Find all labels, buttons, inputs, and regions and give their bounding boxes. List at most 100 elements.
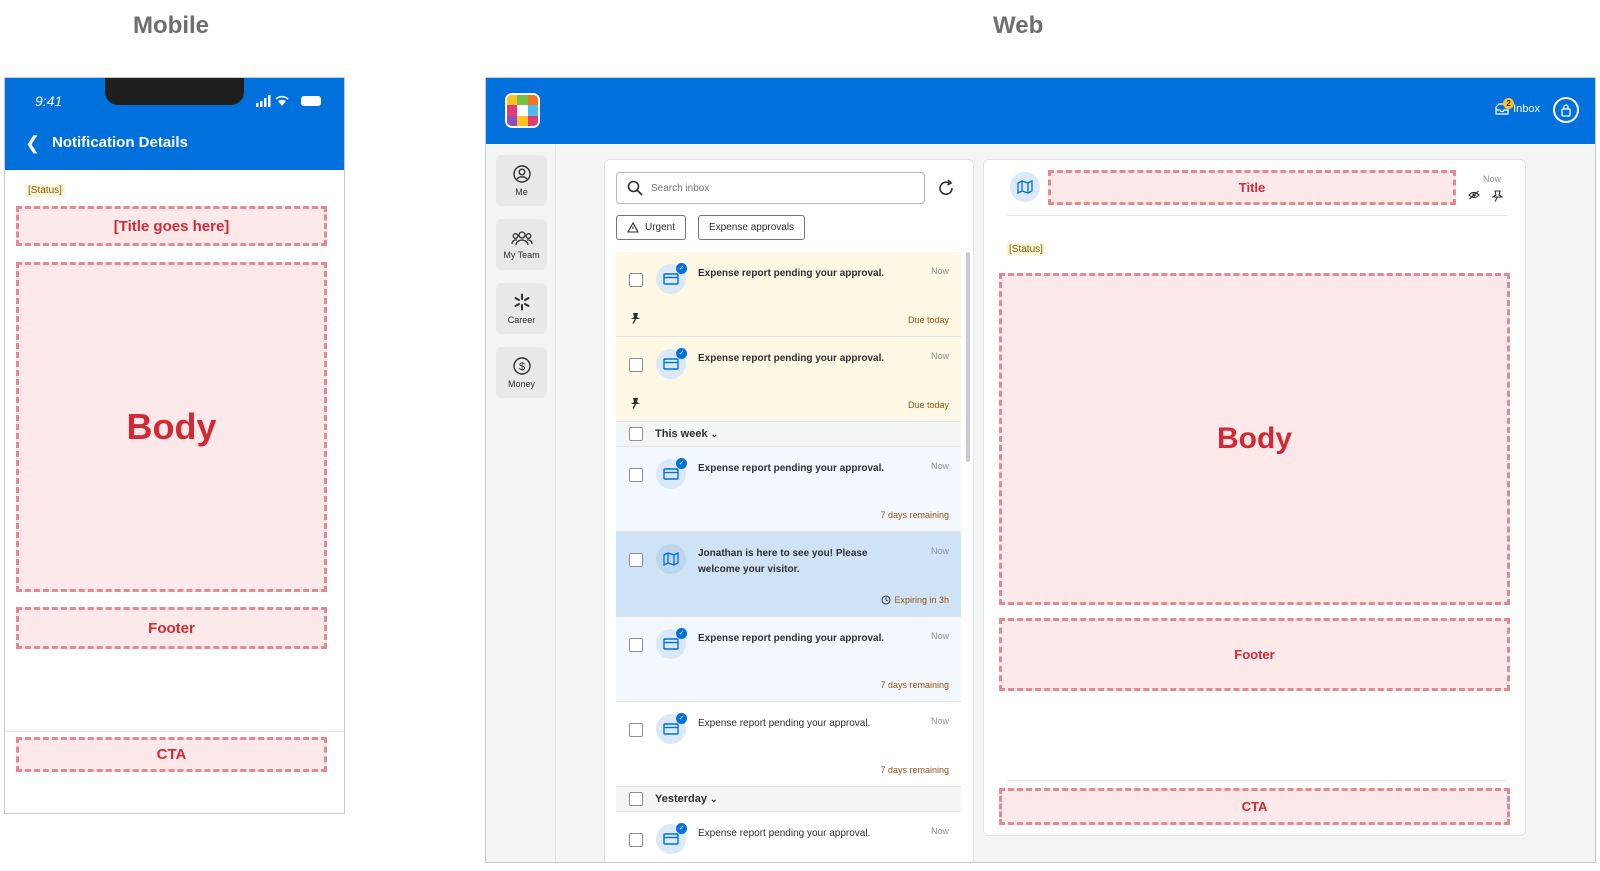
chevron-down-icon: ⌄ (710, 429, 719, 439)
pin-icon[interactable] (630, 312, 641, 324)
inbox-count-badge: 2 (1503, 98, 1515, 109)
rail-label-me: Me (515, 186, 528, 197)
item-text: Expense report pending your approval. (698, 718, 871, 729)
spark-icon (514, 293, 529, 310)
divider (5, 731, 344, 732)
divider (1007, 780, 1507, 781)
rail-label-my-team: My Team (503, 249, 540, 260)
account-button[interactable] (1553, 97, 1579, 123)
card-icon: ✓ (656, 348, 687, 379)
group-checkbox[interactable] (629, 427, 643, 441)
item-text: Expense report pending your approval. (698, 633, 885, 644)
item-checkbox[interactable] (629, 468, 643, 482)
chip-label: Expense approvals (709, 222, 795, 233)
body-placeholder: Body (16, 262, 327, 592)
cta-placeholder[interactable]: CTA (16, 737, 327, 772)
lock-user-icon (1561, 104, 1571, 117)
item-remaining-tag: 7 days remaining (880, 765, 949, 775)
list-item[interactable]: ✓ Expense report pending your approval. … (616, 702, 961, 787)
list-item[interactable]: ✓ Expense report pending your approval. … (616, 447, 961, 532)
detail-footer-placeholder: Footer (999, 618, 1510, 691)
card-icon: ✓ (656, 458, 687, 489)
divider (1007, 215, 1507, 216)
dollar-icon: $ (512, 356, 531, 375)
list-item[interactable]: ✓ Expense report pending your approval. … (616, 337, 961, 422)
filter-chip-expense-approvals[interactable]: Expense approvals (698, 215, 806, 240)
item-time: Now (930, 631, 949, 641)
side-rail: Me My Team Career $ Money (486, 144, 556, 862)
detail-toolbar (1468, 190, 1503, 202)
item-time: Now (930, 461, 949, 471)
item-remaining-tag: 7 days remaining (880, 510, 949, 520)
rail-item-my-team[interactable]: My Team (496, 219, 547, 270)
item-time: Now (930, 266, 949, 276)
list-item[interactable]: ✓ Expense report pending your approval. … (616, 812, 961, 862)
mobile-header: 9:41 ❮ Notification Details (5, 78, 344, 170)
clock-icon (881, 595, 891, 605)
search-icon (627, 180, 643, 196)
detail-time: Now (1482, 174, 1501, 184)
map-icon (1010, 172, 1040, 202)
pin-outline-icon[interactable] (1492, 190, 1503, 202)
warning-icon (627, 222, 639, 233)
detail-cta-placeholder[interactable]: CTA (999, 788, 1510, 825)
refresh-icon[interactable] (936, 178, 956, 198)
chip-label: Urgent (645, 222, 676, 233)
item-text: Expense report pending your approval. (698, 463, 885, 474)
item-checkbox[interactable] (629, 273, 643, 287)
status-label: [Status] (25, 184, 65, 197)
item-time: Now (930, 716, 949, 726)
group-header-yesterday[interactable]: Yesterday ⌄ (616, 787, 961, 812)
item-time: Now (930, 351, 949, 361)
item-checkbox[interactable] (629, 553, 643, 567)
search-input[interactable]: Search inbox (616, 172, 925, 204)
inbox-link[interactable]: 2 Inbox (1495, 98, 1540, 115)
item-checkbox[interactable] (629, 833, 643, 847)
title-placeholder: [Title goes here] (16, 206, 327, 246)
list-item[interactable]: ✓ Expense report pending your approval. … (616, 252, 961, 337)
phone-notch (105, 78, 244, 105)
status-bar-time: 9:41 (35, 93, 63, 109)
app-logo[interactable] (505, 93, 540, 128)
item-checkbox[interactable] (629, 638, 643, 652)
item-remaining-tag: 7 days remaining (880, 680, 949, 690)
search-placeholder: Search inbox (651, 182, 710, 194)
item-expiry-tag: Expiring in 3h (881, 595, 949, 605)
mobile-screen: 9:41 ❮ Notification Details [Status] [Ti… (4, 77, 345, 814)
rail-item-career[interactable]: Career (496, 283, 547, 334)
pin-icon[interactable] (630, 397, 641, 409)
nav-title: Notification Details (52, 134, 188, 151)
list-item[interactable]: ✓ Expense report pending your approval. … (616, 617, 961, 702)
item-due-tag: Due today (907, 400, 949, 410)
team-icon (510, 230, 533, 245)
item-checkbox[interactable] (629, 723, 643, 737)
group-checkbox[interactable] (629, 792, 643, 806)
list-scrollbar[interactable] (966, 252, 970, 462)
item-text: Expense report pending your approval. (698, 828, 871, 839)
item-time: Now (930, 546, 949, 556)
web-header: 2 Inbox (486, 78, 1595, 144)
svg-text:$: $ (518, 361, 524, 373)
detail-body-placeholder: Body (999, 273, 1510, 605)
inbox-list-panel: Search inbox Urgent Expense approvals ✓ … (604, 159, 974, 862)
rail-label-career: Career (507, 314, 536, 325)
item-checkbox[interactable] (629, 358, 643, 372)
inbox-icon: 2 (1495, 98, 1515, 115)
card-icon: ✓ (656, 823, 687, 854)
card-icon: ✓ (656, 628, 687, 659)
detail-status-label: [Status] (1006, 243, 1046, 256)
item-text: Expense report pending your approval. (698, 353, 885, 364)
filter-chip-urgent[interactable]: Urgent (616, 215, 687, 240)
hide-icon[interactable] (1468, 190, 1480, 200)
rail-label-money: Money (507, 378, 535, 389)
group-header-this-week[interactable]: This week ⌄ (616, 422, 961, 447)
back-icon[interactable]: ❮ (25, 133, 40, 154)
web-screen: 2 Inbox Me My Team Career $ Money Search… (485, 77, 1596, 863)
list-item-selected[interactable]: Jonathan is here to see you! Please welc… (616, 532, 961, 617)
detail-title-placeholder: Title (1048, 170, 1456, 205)
item-time: Now (930, 826, 949, 836)
group-label: This week ⌄ (655, 428, 719, 440)
item-due-tag: Due today (907, 315, 949, 325)
rail-item-money[interactable]: $ Money (496, 347, 547, 398)
rail-item-me[interactable]: Me (496, 155, 547, 206)
